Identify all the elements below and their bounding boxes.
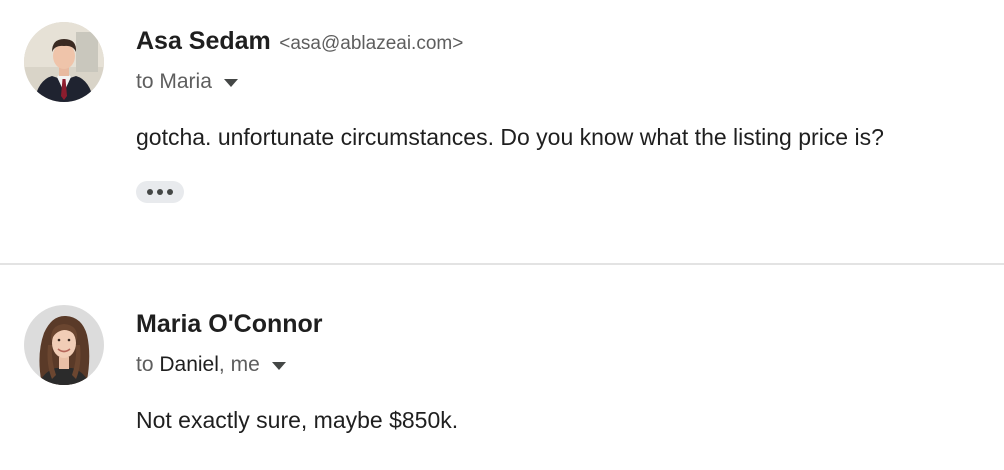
- show-trimmed-content-button[interactable]: [136, 181, 184, 203]
- ellipsis-dot: [147, 189, 153, 195]
- ellipsis-dot: [157, 189, 163, 195]
- recipients-names: Daniel: [159, 353, 219, 376]
- sender-name[interactable]: Asa Sedam: [136, 27, 271, 55]
- woman-smiling-photo-icon: [24, 305, 104, 385]
- message-body: Not exactly sure, maybe $850k.: [136, 407, 459, 433]
- man-in-suit-photo-icon: [24, 22, 104, 102]
- show-details-caret-icon[interactable]: [271, 362, 286, 370]
- message-body: gotcha. unfortunate circumstances. Do yo…: [136, 124, 884, 150]
- sender-avatar[interactable]: [24, 305, 104, 385]
- recipients-prefix: to: [136, 70, 160, 93]
- sender-email: <asa@ablazeai.com>: [279, 33, 464, 54]
- sender-name[interactable]: Maria O'Connor: [136, 310, 323, 338]
- ellipsis-dot: [167, 189, 173, 195]
- sender-line: Maria O'Connor: [136, 310, 323, 339]
- show-details-caret-icon[interactable]: [223, 79, 238, 87]
- email-message: Maria O'Connor to Daniel , me Not exactl…: [0, 265, 1004, 470]
- recipients-line[interactable]: to Maria: [136, 70, 238, 94]
- sender-avatar[interactable]: [24, 22, 104, 102]
- recipients-suffix: , me: [218, 353, 260, 376]
- sender-line: Asa Sedam <asa@ablazeai.com>: [136, 27, 463, 56]
- recipients-names: Maria: [159, 70, 212, 93]
- email-message: Asa Sedam <asa@ablazeai.com> to Maria go…: [0, 0, 1004, 264]
- email-thread: Asa Sedam <asa@ablazeai.com> to Maria go…: [0, 0, 1004, 470]
- recipients-line[interactable]: to Daniel , me: [136, 353, 286, 377]
- recipients-prefix: to: [136, 353, 160, 376]
